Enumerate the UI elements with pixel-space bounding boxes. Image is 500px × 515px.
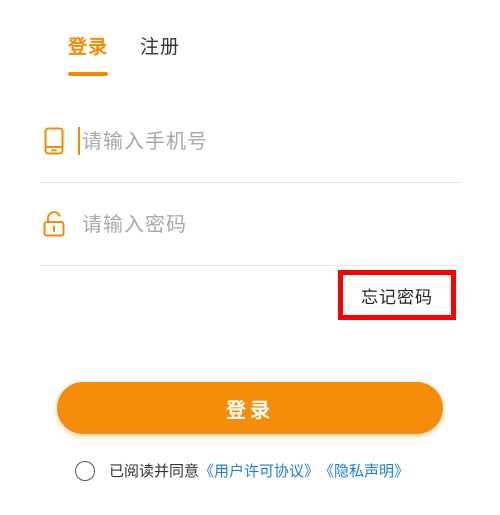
user-agreement-link[interactable]: 《用户许可协议》: [199, 460, 319, 481]
phone-icon: [42, 126, 66, 156]
privacy-link[interactable]: 《隐私声明》: [319, 460, 409, 481]
agreement-text: 已阅读并同意: [109, 462, 200, 480]
forgot-password-link[interactable]: 忘记密码: [338, 270, 456, 320]
login-button-label: 登录: [226, 399, 274, 422]
password-input[interactable]: [80, 211, 424, 237]
auth-tabs: 登录 注册: [68, 32, 180, 76]
agreement-radio[interactable]: [75, 460, 95, 481]
phone-field: [40, 100, 460, 183]
phone-input[interactable]: [80, 128, 424, 154]
login-button[interactable]: 登录: [57, 382, 443, 434]
password-field: [40, 183, 460, 266]
tab-register-label: 注册: [140, 36, 181, 58]
tab-login[interactable]: 登录: [68, 32, 109, 76]
tab-register[interactable]: 注册: [140, 32, 180, 69]
tab-login-label: 登录: [68, 36, 109, 58]
lock-icon: [42, 209, 66, 239]
active-tab-indicator: [68, 72, 108, 76]
forgot-password-label: 忘记密码: [361, 287, 433, 308]
agreement-row: 已阅读并同意 《用户许可协议》 《隐私声明》: [75, 460, 409, 481]
text-cursor: [78, 127, 80, 155]
